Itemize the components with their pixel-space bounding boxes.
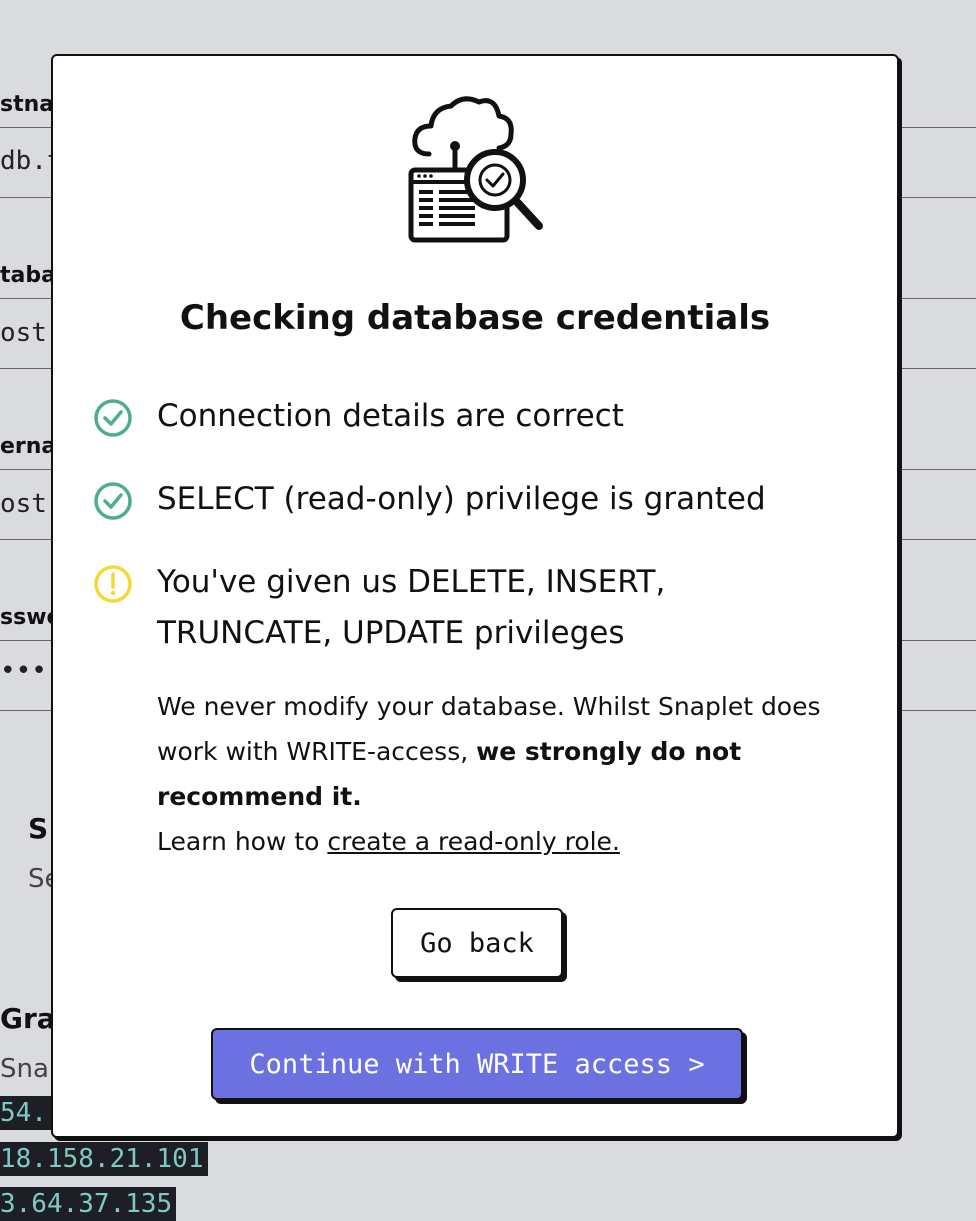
database-label: taba <box>0 263 56 288</box>
warning-circle-icon <box>94 565 132 603</box>
write-access-warning: We never modify your database. Whilst Sn… <box>157 684 861 864</box>
check-item-write-privileges: You've given us DELETE, INSERT, TRUNCATE… <box>93 564 857 659</box>
ip-address: 54. <box>0 1096 51 1130</box>
check-item-select-privilege: SELECT (read-only) privilege is granted <box>93 481 857 525</box>
username-label: erna <box>0 434 57 459</box>
hostname-label: stna <box>0 92 55 117</box>
check-circle-icon <box>94 399 132 437</box>
check-circle-icon <box>94 482 132 520</box>
section-heading: S <box>28 812 49 845</box>
check-text: Connection details are correct <box>157 398 624 434</box>
username-value[interactable]: ost <box>0 489 47 519</box>
learn-prefix: Learn how to <box>157 827 328 856</box>
credentials-check-modal: Checking database credentials Connection… <box>51 54 899 1138</box>
check-text: You've given us DELETE, INSERT, TRUNCATE… <box>157 564 666 651</box>
read-only-role-link[interactable]: create a read-only role. <box>327 827 619 856</box>
ip-address: 18.158.21.101 <box>0 1142 208 1176</box>
check-item-connection: Connection details are correct <box>93 398 857 442</box>
go-back-button[interactable]: Go back <box>391 908 563 978</box>
continue-write-access-button[interactable]: Continue with WRITE access > <box>211 1028 743 1100</box>
modal-title: Checking database credentials <box>179 298 771 338</box>
grant-heading: Gra <box>0 1002 56 1035</box>
cloud-database-search-icon <box>408 96 543 243</box>
database-value[interactable]: ost <box>0 318 47 348</box>
check-text: SELECT (read-only) privilege is granted <box>157 481 766 517</box>
